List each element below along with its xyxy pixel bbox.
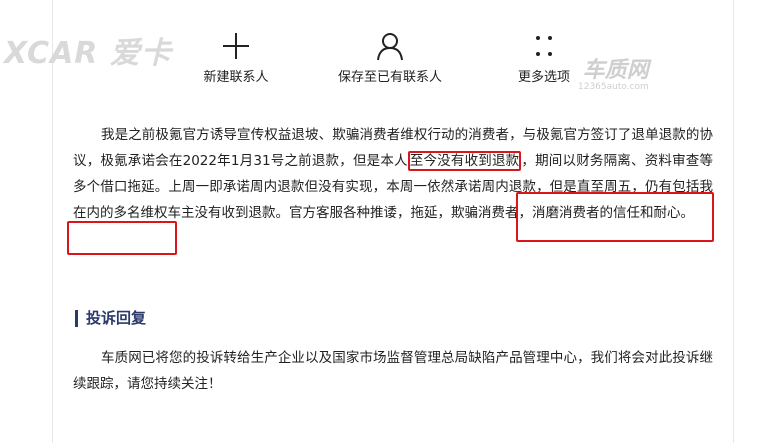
- site-watermark-url: 12365auto.com: [578, 82, 649, 92]
- person-icon: [330, 30, 450, 62]
- highlight-box-trust: [67, 221, 177, 255]
- save-to-contact-label: 保存至已有联系人: [337, 70, 442, 85]
- plus-icon: [196, 30, 276, 62]
- new-contact-button[interactable]: 新建联系人: [196, 30, 276, 85]
- highlight-no-refund: 至今没有收到退款: [407, 151, 522, 171]
- more-options-button[interactable]: 更多选项: [509, 30, 579, 85]
- reply-section-title: 投诉回复: [75, 310, 146, 327]
- reply-paragraph: 车质网已将您的投诉转给生产企业以及国家市场监督管理总局缺陷产品管理中心，我们将会…: [73, 350, 713, 392]
- reply-text: 车质网已将您的投诉转给生产企业以及国家市场监督管理总局缺陷产品管理中心，我们将会…: [73, 345, 713, 397]
- site-watermark: 车质网 12365auto.com: [578, 58, 649, 93]
- save-to-contact-button[interactable]: 保存至已有联系人: [330, 30, 450, 85]
- new-contact-label: 新建联系人: [203, 70, 269, 85]
- highlight-box-deceive: [516, 192, 714, 242]
- xcar-watermark: XCAR 爱卡: [4, 36, 172, 71]
- site-watermark-logo: 车质网: [582, 58, 649, 83]
- more-dots-icon: [509, 30, 579, 62]
- more-options-label: 更多选项: [517, 70, 570, 85]
